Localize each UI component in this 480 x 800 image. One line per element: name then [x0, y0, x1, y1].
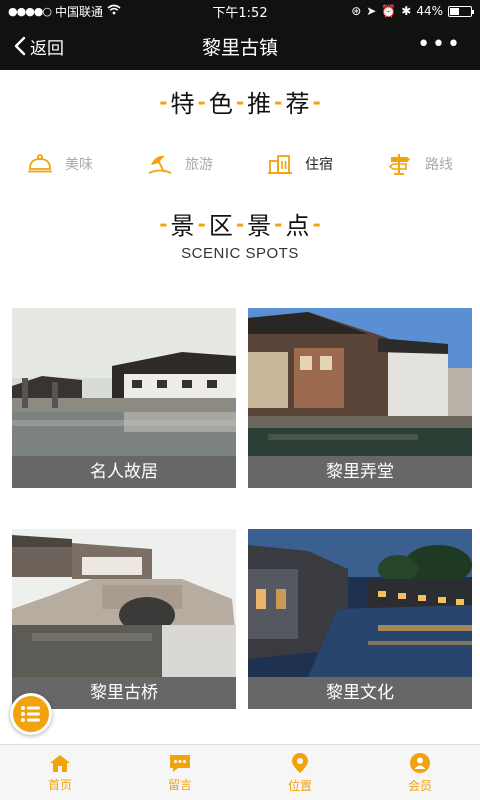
featured-heading-char: 荐: [285, 90, 310, 118]
category-label: 旅游: [185, 157, 213, 173]
battery-fill: [450, 7, 459, 15]
message-icon: [170, 754, 190, 772]
scenic-card-label: 黎里文化: [248, 677, 472, 709]
umbrella-icon: [148, 155, 172, 174]
list-menu-icon: [21, 706, 40, 722]
scenic-photo: [12, 529, 236, 677]
scenic-subtitle: SCENIC SPOTS: [181, 245, 299, 262]
featured-section-header: -特 -色 -推 -荐 -: [0, 84, 480, 119]
tab-message[interactable]: 留言: [120, 745, 240, 800]
battery-icon: [448, 5, 474, 17]
tab-label: 位置: [287, 778, 312, 793]
category-lodging[interactable]: 住宿: [240, 144, 360, 184]
back-label: 返回: [30, 38, 64, 59]
scenic-card-celebrity-residence[interactable]: 名人故居: [12, 308, 236, 488]
scenic-heading-char: 点: [285, 212, 310, 240]
cloche-icon: [28, 154, 52, 173]
scenic-card-ancient-bridge[interactable]: 黎里古桥: [12, 529, 236, 709]
page-title: 黎里古镇: [201, 36, 278, 59]
member-icon: [410, 752, 430, 773]
tab-location[interactable]: 位置: [240, 745, 360, 800]
scenic-card-label: 名人故居: [12, 456, 236, 488]
scenic-section-header: -景 -区 -景 -点 - SCENIC SPOTS: [0, 206, 480, 263]
scenic-heading-char: 区: [208, 212, 233, 240]
category-route[interactable]: 路线: [360, 144, 480, 184]
scenic-photo: [248, 308, 472, 456]
status-bar: ●●●●○ 中国联通 下午1:52 ⊛ ➤ ⏰ ✱ 44%: [0, 0, 480, 22]
scenic-card-culture[interactable]: 黎里文化: [248, 529, 472, 709]
featured-heading: -特 -色 -推 -荐 -: [156, 84, 324, 119]
featured-category-row: 美味 旅游 住宿 路线: [0, 144, 480, 184]
tab-label: 会员: [407, 778, 432, 793]
tab-label: 首页: [47, 777, 72, 792]
featured-heading-char: 色: [208, 90, 233, 118]
scenic-photo: [12, 308, 236, 456]
chevron-left-icon: [14, 36, 26, 56]
location-pin-icon: [292, 752, 308, 773]
bottom-tab-bar: 首页 留言 位置 会员: [0, 744, 480, 800]
title-bar: 返回 黎里古镇 •••: [0, 22, 480, 70]
tab-home[interactable]: 首页: [0, 745, 120, 800]
floating-menu-button[interactable]: [10, 693, 52, 735]
tab-member[interactable]: 会员: [360, 745, 480, 800]
scenic-heading-char: 景: [170, 212, 195, 240]
scenic-card-alley[interactable]: 黎里弄堂: [248, 308, 472, 488]
category-label: 美味: [65, 157, 93, 173]
building-icon: [268, 155, 292, 174]
category-food[interactable]: 美味: [0, 144, 120, 184]
scenic-photo: [248, 529, 472, 677]
home-icon: [50, 754, 70, 772]
back-button[interactable]: 返回: [0, 34, 64, 59]
scenic-heading-char: 景: [247, 212, 272, 240]
status-time: 下午1:52: [212, 5, 268, 21]
category-travel[interactable]: 旅游: [120, 144, 240, 184]
more-menu-button[interactable]: •••: [417, 34, 462, 56]
featured-heading-char: 推: [247, 90, 272, 118]
category-label: 住宿: [305, 157, 333, 173]
signpost-icon: [388, 154, 410, 175]
scenic-card-label: 黎里弄堂: [248, 456, 472, 488]
tab-label: 留言: [167, 777, 192, 792]
category-label: 路线: [425, 157, 453, 173]
featured-heading-char: 特: [170, 90, 195, 118]
scenic-heading: -景 -区 -景 -点 -: [156, 206, 324, 241]
